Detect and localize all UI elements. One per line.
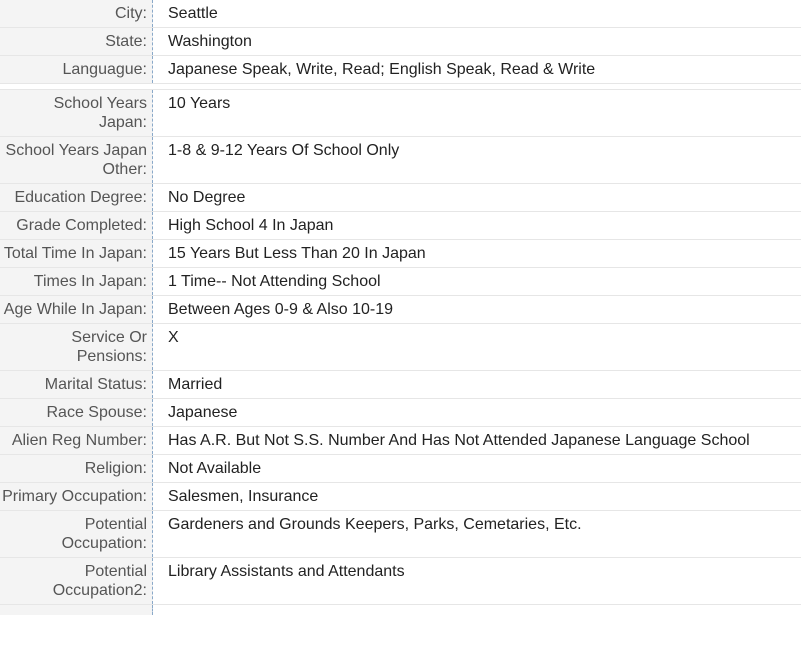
field-value — [153, 605, 801, 615]
field-row-partial — [0, 605, 801, 615]
field-value: Salesmen, Insurance — [168, 488, 319, 505]
field-row-age-while-in-japan: Age While In Japan: Between Ages 0-9 & A… — [0, 296, 801, 324]
field-row-times-in-japan: Times In Japan: 1 Time-- Not Attending S… — [0, 268, 801, 296]
field-label: Race Spouse: — [0, 399, 153, 426]
field-row-alien-reg-number: Alien Reg Number: Has A.R. But Not S.S. … — [0, 427, 801, 455]
field-value: Library Assistants and Attendants — [168, 563, 405, 580]
field-label: Age While In Japan: — [0, 296, 153, 323]
field-value: Washington — [168, 33, 252, 50]
field-value: 1 Time-- Not Attending School — [168, 273, 381, 290]
field-row-race-spouse: Race Spouse: Japanese — [0, 399, 801, 427]
field-row-service-or-pensions: Service Or Pensions: X — [0, 324, 801, 371]
field-label: Service Or Pensions: — [0, 324, 153, 370]
field-row-total-time-in-japan: Total Time In Japan: 15 Years But Less T… — [0, 240, 801, 268]
field-value: 1-8 & 9-12 Years Of School Only — [168, 142, 400, 159]
field-label: Primary Occupation: — [0, 483, 153, 510]
field-label: Total Time In Japan: — [0, 240, 153, 267]
field-value: Japanese Speak, Write, Read; English Spe… — [168, 61, 596, 78]
field-label: School Years Japan: — [0, 90, 153, 136]
field-label — [0, 605, 153, 615]
field-value: 10 Years — [168, 95, 231, 112]
field-label: State: — [0, 28, 153, 55]
field-row-state: State: Washington — [0, 28, 801, 56]
field-row-primary-occupation: Primary Occupation: Salesmen, Insurance — [0, 483, 801, 511]
field-value: Gardeners and Grounds Keepers, Parks, Ce… — [168, 516, 582, 533]
field-label: Times In Japan: — [0, 268, 153, 295]
field-label: Languague: — [0, 56, 153, 83]
field-label: Grade Completed: — [0, 212, 153, 239]
field-label: School Years Japan Other: — [0, 137, 153, 183]
field-row-language: Languague: Japanese Speak, Write, Read; … — [0, 56, 801, 84]
field-value: Has A.R. But Not S.S. Number And Has Not… — [168, 432, 750, 449]
field-row-potential-occupation2: Potential Occupation2: Library Assistant… — [0, 558, 801, 605]
field-value: Not Available — [168, 460, 262, 477]
field-value: 15 Years But Less Than 20 In Japan — [168, 245, 426, 262]
field-label: Potential Occupation2: — [0, 558, 153, 604]
field-value: Japanese — [168, 404, 238, 421]
field-label: Religion: — [0, 455, 153, 482]
field-label: Education Degree: — [0, 184, 153, 211]
field-value: High School 4 In Japan — [168, 217, 334, 234]
field-value: X — [168, 329, 179, 346]
field-row-education-degree: Education Degree: No Degree — [0, 184, 801, 212]
record-detail-table: City: Seattle State: Washington Languagu… — [0, 0, 801, 658]
field-row-school-years-japan-other: School Years Japan Other: 1-8 & 9-12 Yea… — [0, 137, 801, 184]
field-row-grade-completed: Grade Completed: High School 4 In Japan — [0, 212, 801, 240]
field-value: Married — [168, 376, 223, 393]
field-row-school-years-japan: School Years Japan: 10 Years — [0, 89, 801, 137]
field-row-potential-occupation: Potential Occupation: Gardeners and Grou… — [0, 511, 801, 558]
field-value: No Degree — [168, 189, 246, 206]
field-value: Between Ages 0-9 & Also 10-19 — [168, 301, 394, 318]
field-value: Seattle — [168, 5, 218, 22]
field-label: Marital Status: — [0, 371, 153, 398]
field-row-city: City: Seattle — [0, 0, 801, 28]
field-label: City: — [0, 0, 153, 27]
field-row-marital-status: Marital Status: Married — [0, 371, 801, 399]
field-row-religion: Religion: Not Available — [0, 455, 801, 483]
field-label: Potential Occupation: — [0, 511, 153, 557]
field-label: Alien Reg Number: — [0, 427, 153, 454]
